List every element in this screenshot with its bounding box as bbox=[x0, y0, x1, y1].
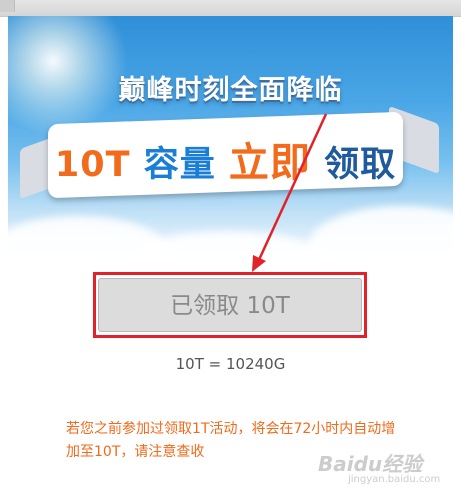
watermark-logo-text: Baidu经验 bbox=[318, 452, 423, 476]
capacity-conversion-text: 10T = 10240G bbox=[175, 355, 286, 373]
watermark-url: jingyan.baidu.com bbox=[348, 474, 441, 485]
baidu-jingyan-watermark: Baidu经验 jingyan.baidu.com bbox=[318, 448, 458, 488]
claimed-10t-button[interactable]: 已领取 10T bbox=[98, 278, 362, 332]
